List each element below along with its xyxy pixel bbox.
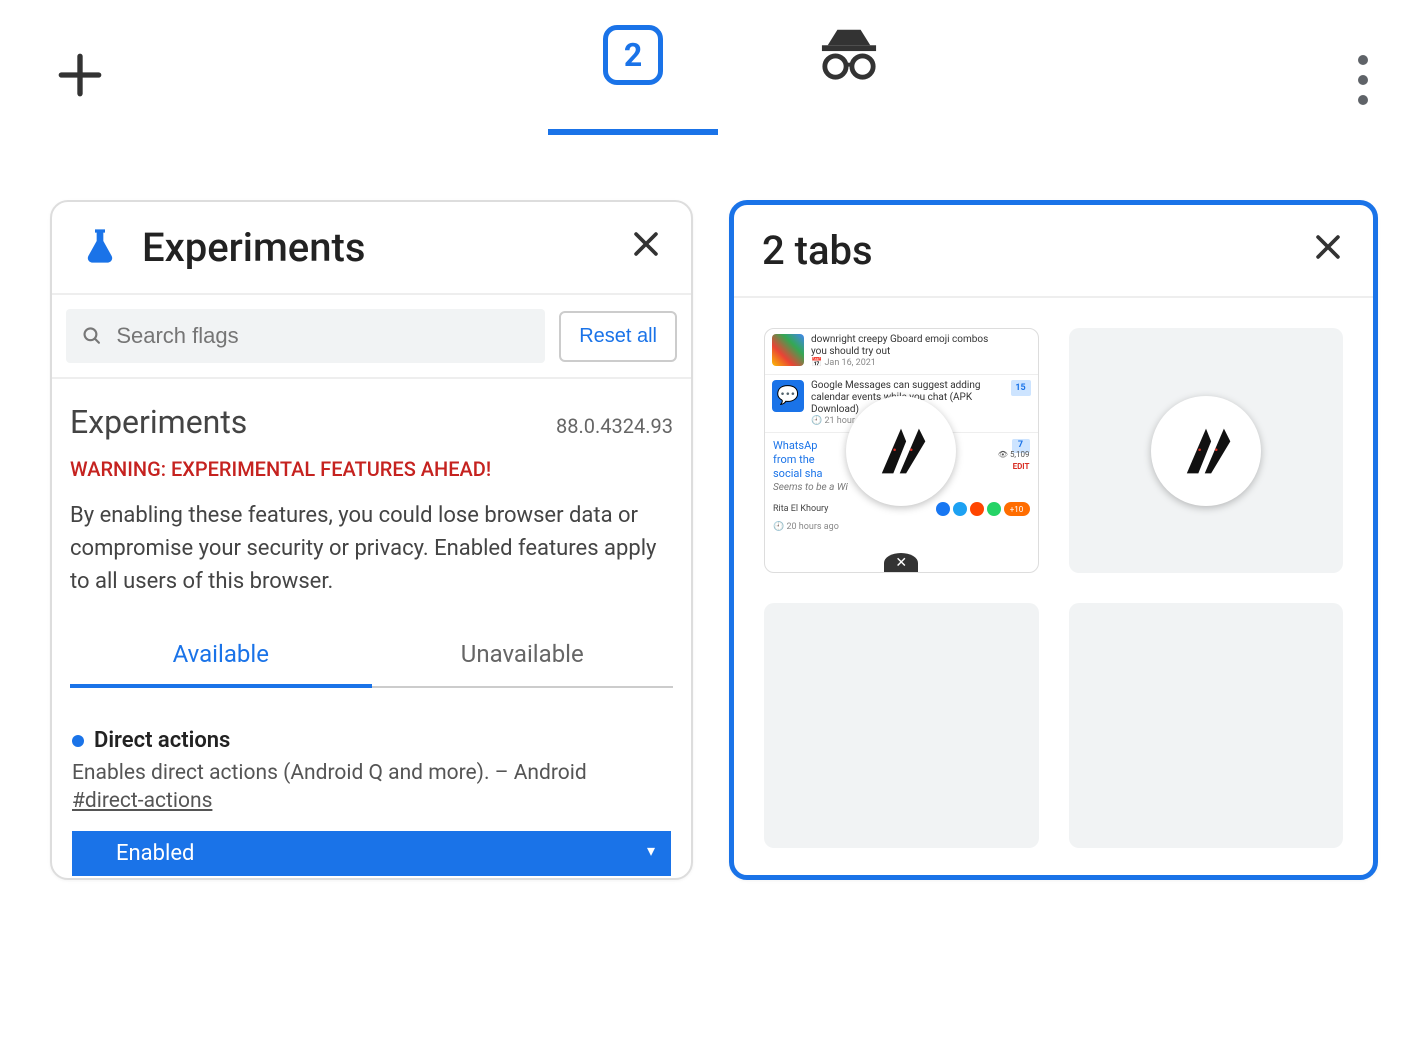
incognito-icon bbox=[818, 24, 880, 82]
facebook-icon bbox=[936, 502, 950, 516]
search-flags-input[interactable] bbox=[116, 323, 529, 349]
reset-all-button[interactable]: Reset all bbox=[559, 311, 677, 362]
card-title: Experiments bbox=[142, 224, 629, 271]
site-favicon-badge bbox=[1151, 396, 1261, 506]
tab-cards-area: Experiments Reset all Experiments 88.0.4… bbox=[0, 160, 1428, 880]
warning-text: WARNING: EXPERIMENTAL FEATURES AHEAD! bbox=[70, 457, 673, 481]
subtab-unavailable[interactable]: Unavailable bbox=[372, 624, 674, 686]
tab-thumbnail[interactable] bbox=[1069, 328, 1344, 573]
center-tabs-group: 2 bbox=[548, 24, 880, 136]
flag-name: Direct actions bbox=[94, 728, 230, 753]
flask-icon bbox=[80, 226, 120, 270]
dot-icon bbox=[1358, 75, 1368, 85]
subtab-available[interactable]: Available bbox=[70, 624, 372, 688]
article-date: 21 hour bbox=[824, 416, 854, 426]
article-row: downright creepy Gboard emoji combos you… bbox=[765, 329, 1038, 375]
close-icon bbox=[629, 227, 663, 261]
tab-thumbnail[interactable]: downright creepy Gboard emoji combos you… bbox=[764, 328, 1039, 573]
close-tab-group-button[interactable] bbox=[1311, 230, 1345, 271]
card-title: 2 tabs bbox=[762, 227, 1311, 274]
plus-icon bbox=[52, 47, 108, 103]
tab-card-group[interactable]: 2 tabs downright creepy Gboard emoji com… bbox=[729, 200, 1378, 880]
tab-card-experiments[interactable]: Experiments Reset all Experiments 88.0.4… bbox=[50, 200, 693, 880]
close-icon bbox=[1311, 230, 1345, 264]
dot-icon bbox=[1358, 55, 1368, 65]
article-thumb-icon: 💬 bbox=[772, 380, 804, 412]
experiments-description: By enabling these features, you could lo… bbox=[70, 499, 673, 598]
article-title: downright creepy Gboard emoji combos you… bbox=[811, 334, 1004, 358]
card-header: 2 tabs bbox=[734, 205, 1373, 298]
flag-anchor-link[interactable]: #direct-actions bbox=[72, 789, 212, 813]
reddit-icon bbox=[970, 502, 984, 516]
search-icon bbox=[82, 325, 102, 347]
comment-count: 15 bbox=[1011, 380, 1031, 396]
search-flags-box bbox=[66, 309, 545, 363]
article-text: downright creepy Gboard emoji combos you… bbox=[811, 334, 1004, 369]
incognito-button[interactable] bbox=[818, 24, 880, 86]
dot-icon bbox=[1358, 95, 1368, 105]
new-tab-button[interactable] bbox=[50, 47, 110, 114]
flag-status-dot bbox=[72, 735, 84, 747]
view-count: 5,109 bbox=[1010, 450, 1030, 459]
experiments-heading: Experiments bbox=[70, 403, 247, 441]
flags-subtabs: Available Unavailable bbox=[70, 624, 673, 688]
whatsapp-icon bbox=[987, 502, 1001, 516]
search-row: Reset all bbox=[52, 295, 691, 379]
flag-item-direct-actions: Direct actions Enables direct actions (A… bbox=[70, 728, 673, 876]
tab-thumbnail-placeholder bbox=[764, 603, 1039, 848]
chrome-version: 88.0.4324.93 bbox=[556, 414, 673, 438]
tab-thumbnails-grid: downright creepy Gboard emoji combos you… bbox=[734, 298, 1373, 878]
site-favicon-badge bbox=[846, 396, 956, 506]
share-more: +10 bbox=[1004, 502, 1030, 516]
thumbnail-close-button[interactable]: ✕ bbox=[884, 553, 918, 573]
author-name: Rita El Khoury bbox=[773, 504, 828, 514]
article-date: Jan 16, 2021 bbox=[824, 358, 875, 368]
experiments-content: Experiments 88.0.4324.93 WARNING: EXPERI… bbox=[52, 379, 691, 876]
active-tab-indicator bbox=[548, 129, 718, 135]
flag-state-select[interactable]: Enabled bbox=[72, 831, 671, 876]
androidpolice-logo-icon bbox=[869, 419, 933, 483]
top-toolbar: 2 bbox=[0, 0, 1428, 160]
flag-description: Enables direct actions (Android Q and mo… bbox=[72, 761, 671, 785]
close-tab-button[interactable] bbox=[629, 227, 663, 268]
author-date: 20 hours ago bbox=[786, 522, 838, 532]
edit-label: EDIT bbox=[1013, 462, 1030, 472]
twitter-icon bbox=[953, 502, 967, 516]
card-header: Experiments bbox=[52, 202, 691, 295]
more-menu-button[interactable] bbox=[1348, 45, 1378, 115]
tabs-switcher-indicator: 2 bbox=[548, 25, 718, 135]
share-buttons: +10 bbox=[936, 502, 1030, 516]
tabs-count-button[interactable]: 2 bbox=[603, 25, 663, 85]
article-thumb-icon bbox=[772, 334, 804, 366]
androidpolice-logo-icon bbox=[1174, 419, 1238, 483]
tab-thumbnail-placeholder bbox=[1069, 603, 1344, 848]
tabs-count-value: 2 bbox=[624, 36, 642, 74]
